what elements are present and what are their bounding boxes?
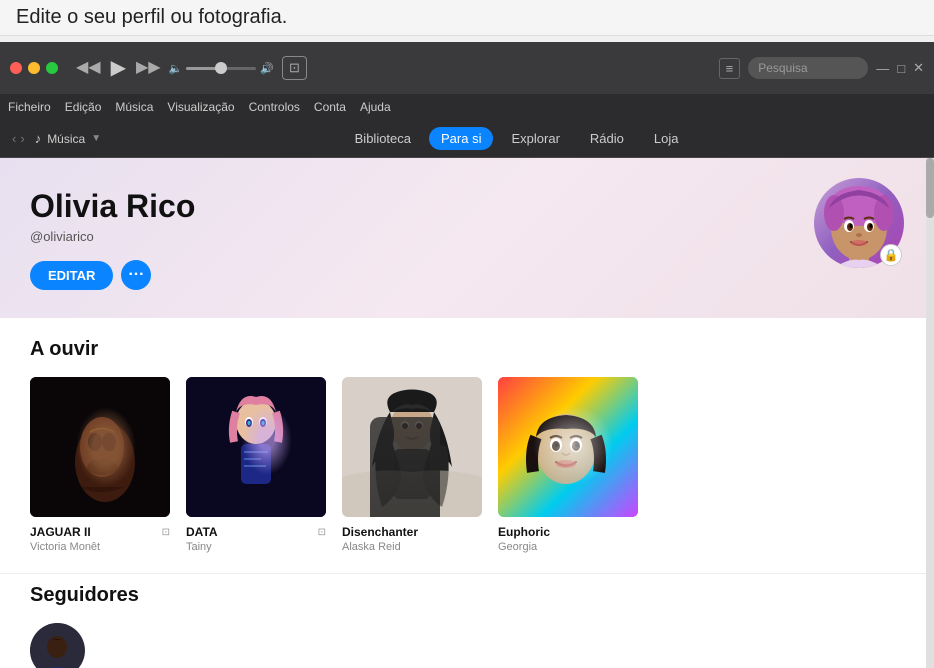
minimize-button[interactable]: [28, 62, 40, 74]
tooltip-text: Edite o seu perfil ou fotografia.: [16, 6, 287, 28]
album-info: Euphoric Georgia: [498, 525, 638, 553]
menu-ajuda[interactable]: Ajuda: [360, 100, 391, 114]
music-selector-label: Música: [47, 132, 85, 146]
list-item[interactable]: DATA ⊡ Tainy: [186, 377, 326, 553]
volume-thumb: [215, 62, 227, 74]
close-button[interactable]: [10, 62, 22, 74]
window-restore-button[interactable]: □: [897, 61, 905, 76]
list-item[interactable]: Disenchanter Alaska Reid: [342, 377, 482, 553]
listen-section-title: A ouvir: [30, 338, 904, 361]
tooltip-bar: Edite o seu perfil ou fotografia.: [0, 0, 934, 36]
list-view-button[interactable]: ≡: [719, 58, 741, 79]
album-title: Euphoric: [498, 525, 550, 539]
album-title-row: Disenchanter: [342, 525, 482, 539]
fullscreen-button[interactable]: [46, 62, 58, 74]
more-options-button[interactable]: ···: [121, 260, 151, 290]
tab-para-si[interactable]: Para si: [429, 127, 493, 150]
profile-avatar: 🔒: [814, 178, 904, 268]
album-title-row: DATA ⊡: [186, 525, 326, 539]
album-info: DATA ⊡ Tainy: [186, 525, 326, 553]
followers-section: Seguidores: [0, 573, 934, 668]
profile-name: Olivia Rico: [30, 188, 904, 225]
album-cover-jaguar: [30, 377, 170, 517]
album-artist: Georgia: [498, 541, 638, 553]
data-art: [186, 377, 326, 517]
nav-arrows: ‹ ›: [12, 131, 25, 146]
ellipsis-icon: ···: [128, 266, 144, 284]
scrollbar-thumb[interactable]: [926, 158, 934, 218]
profile-header: Olivia Rico @oliviarico EDITAR ···: [0, 158, 934, 318]
airplay-icon: ⊡: [289, 60, 300, 75]
edit-profile-button[interactable]: EDITAR: [30, 261, 113, 290]
menu-ficheiro[interactable]: Ficheiro: [8, 100, 51, 114]
nav-tabs: Biblioteca Para si Explorar Rádio Loja: [111, 127, 922, 150]
album-more-icon[interactable]: ⊡: [162, 527, 170, 538]
rewind-button[interactable]: ◀◀: [76, 60, 101, 76]
scrollbar-track: [926, 158, 934, 668]
transport-controls: ◀◀ ▶ ▶▶: [76, 58, 161, 78]
tab-radio[interactable]: Rádio: [578, 127, 636, 150]
menu-edicao[interactable]: Edição: [65, 100, 102, 114]
app-window: ◀◀ ▶ ▶▶ 🔈 🔊 ⊡ ≡ — □ ✕: [0, 42, 934, 668]
main-content: Olivia Rico @oliviarico EDITAR ···: [0, 158, 934, 668]
nav-back-button[interactable]: ‹: [12, 131, 16, 146]
follower-avatar-svg: [30, 623, 85, 668]
menu-bar: Ficheiro Edição Música Visualização Cont…: [0, 94, 934, 120]
menu-controlos[interactable]: Controlos: [249, 100, 300, 114]
list-icon: ≡: [726, 61, 734, 76]
tab-explorar[interactable]: Explorar: [499, 127, 571, 150]
album-title-row: JAGUAR II ⊡: [30, 525, 170, 539]
title-bar-right: ≡ — □ ✕: [719, 57, 924, 79]
album-artist: Alaska Reid: [342, 541, 482, 553]
menu-musica[interactable]: Música: [115, 100, 153, 114]
volume-low-icon: 🔈: [169, 62, 183, 75]
title-bar: ◀◀ ▶ ▶▶ 🔈 🔊 ⊡ ≡ — □ ✕: [0, 42, 934, 94]
jaguar-art: [30, 377, 170, 517]
album-artist: Victoria Monêt: [30, 541, 170, 553]
main-content-wrapper: Olivia Rico @oliviarico EDITAR ···: [0, 158, 934, 668]
euphoric-art: [498, 377, 638, 517]
chevron-down-icon: ▼: [91, 133, 101, 144]
album-title: DATA: [186, 525, 218, 539]
profile-actions: EDITAR ···: [30, 260, 904, 290]
window-close-button[interactable]: ✕: [913, 60, 924, 76]
volume-track[interactable]: [186, 67, 256, 70]
list-item[interactable]: Euphoric Georgia: [498, 377, 638, 553]
list-item[interactable]: JAGUAR II ⊡ Victoria Monêt: [30, 377, 170, 553]
tab-biblioteca[interactable]: Biblioteca: [343, 127, 423, 150]
window-minimize-button[interactable]: —: [876, 61, 889, 76]
content-area: Olivia Rico @oliviarico EDITAR ···: [0, 158, 934, 668]
tab-loja[interactable]: Loja: [642, 127, 691, 150]
followers-section-title: Seguidores: [30, 584, 904, 607]
airplay-button[interactable]: ⊡: [282, 56, 307, 80]
album-cover-euphoric: [498, 377, 638, 517]
album-info: JAGUAR II ⊡ Victoria Monêt: [30, 525, 170, 553]
volume-high-icon: 🔊: [260, 62, 274, 75]
volume-slider: 🔈 🔊: [169, 62, 274, 75]
menu-conta[interactable]: Conta: [314, 100, 346, 114]
forward-button[interactable]: ▶▶: [136, 60, 161, 76]
album-title-row: Euphoric: [498, 525, 638, 539]
music-selector[interactable]: ♪ Música ▼: [35, 131, 101, 146]
albums-grid: JAGUAR II ⊡ Victoria Monêt: [30, 377, 904, 553]
play-button[interactable]: ▶: [111, 58, 126, 78]
nav-bar: ‹ › ♪ Música ▼ Biblioteca Para si Explor…: [0, 120, 934, 158]
profile-handle: @oliviarico: [30, 229, 904, 244]
listen-section: A ouvir: [0, 318, 934, 573]
album-more-icon[interactable]: ⊡: [318, 527, 326, 538]
album-title: JAGUAR II: [30, 525, 91, 539]
window-controls: [10, 62, 58, 74]
album-title: Disenchanter: [342, 525, 418, 539]
album-info: Disenchanter Alaska Reid: [342, 525, 482, 553]
album-artist: Tainy: [186, 541, 326, 553]
menu-visualizacao[interactable]: Visualização: [167, 100, 234, 114]
music-note-icon: ♪: [35, 131, 42, 146]
avatar-lock-icon: 🔒: [880, 244, 902, 266]
album-cover-data: [186, 377, 326, 517]
search-input[interactable]: [748, 57, 868, 79]
follower-avatar[interactable]: [30, 623, 85, 668]
disenchanter-art: [342, 377, 482, 517]
nav-forward-button[interactable]: ›: [20, 131, 24, 146]
album-cover-disenchanter: [342, 377, 482, 517]
